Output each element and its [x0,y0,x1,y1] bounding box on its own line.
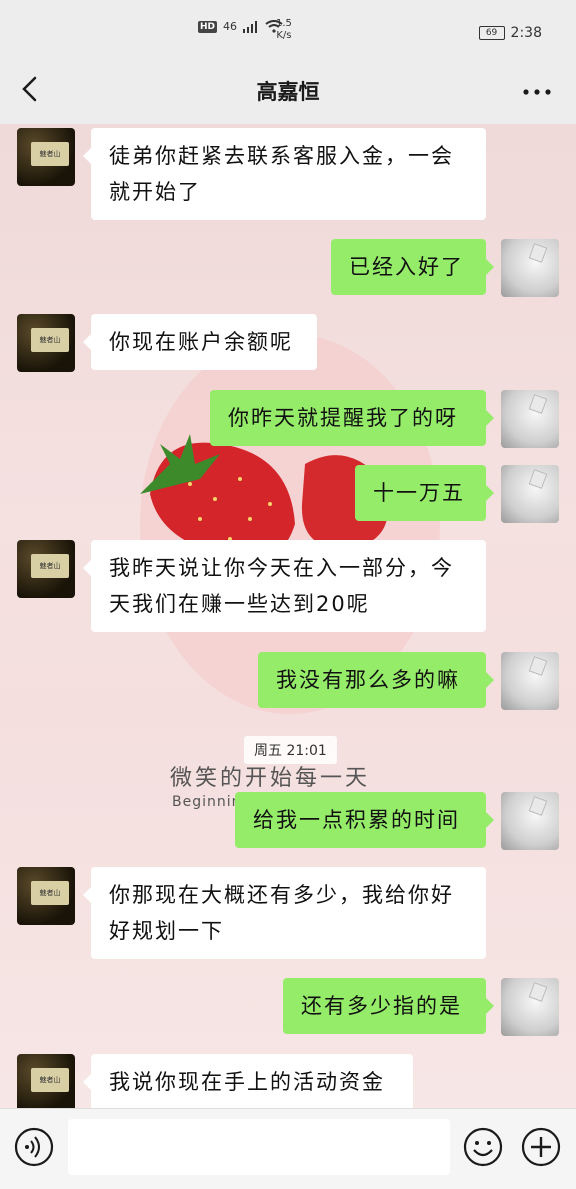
message-input[interactable] [68,1119,450,1175]
user-avatar[interactable] [501,978,559,1036]
user-avatar[interactable] [501,465,559,523]
hd-badge: HD [198,20,218,33]
incoming-message[interactable]: 你现在账户余额呢 [83,314,317,370]
incoming-message[interactable]: 徒弟你赶紧去联系客服入金，一会 就开始了 [83,128,486,220]
status-right: 69 2:38 [478,25,542,41]
outgoing-message[interactable]: 还有多少指的是 [283,978,494,1034]
plus-icon[interactable] [521,1127,561,1167]
user-avatar[interactable] [501,652,559,710]
signal-icon [243,20,258,33]
user-avatar[interactable] [501,792,559,850]
incoming-message[interactable]: 我昨天说让你今天在入一部分，今 天我们在赚一些达到20呢 [83,540,486,632]
network-speed: 1.5 K/s [276,18,292,41]
message-timestamp: 周五 21:01 [244,736,337,764]
network-status: HD 46 [198,20,283,33]
user-avatar[interactable] [501,390,559,448]
wallpaper-slogan-en: Beginnin [172,794,242,810]
more-dots-icon[interactable] [522,87,552,97]
voice-icon[interactable] [14,1127,54,1167]
user-avatar[interactable] [501,239,559,297]
outgoing-message[interactable]: 给我一点积累的时间 [235,792,494,848]
outgoing-message[interactable]: 十一万五 [355,465,494,521]
incoming-message[interactable]: 我说你现在手上的活动资金 [83,1054,413,1108]
network-type: 46 [223,20,238,33]
emoji-icon[interactable] [463,1127,503,1167]
outgoing-message[interactable]: 已经入好了 [331,239,494,295]
contact-avatar[interactable]: 魅者山 [17,540,75,598]
battery-icon: 69 [478,26,505,40]
input-bar [0,1108,576,1189]
wallpaper-slogan: 微笑的开始每一天 [170,766,371,791]
outgoing-message[interactable]: 你昨天就提醒我了的呀 [210,390,494,446]
incoming-message[interactable]: 你那现在大概还有多少，我给你好 好规划一下 [83,867,486,959]
contact-avatar[interactable]: 魅者山 [17,1054,75,1108]
clock: 2:38 [510,25,542,41]
chat-title: 高嘉恒 [256,80,320,104]
contact-avatar[interactable]: 魅者山 [17,128,75,186]
chat-area[interactable]: 魅者山 徒弟你赶紧去联系客服入金，一会 就开始了 已经入好了 魅者山 你现在账户… [0,124,576,1108]
contact-avatar[interactable]: 魅者山 [17,867,75,925]
status-bar: HD 46 1.5 K/s 69 2:38 [0,0,576,62]
chat-header: 高嘉恒 [0,62,576,124]
outgoing-message[interactable]: 我没有那么多的嘛 [258,652,494,708]
contact-avatar[interactable]: 魅者山 [17,314,75,372]
